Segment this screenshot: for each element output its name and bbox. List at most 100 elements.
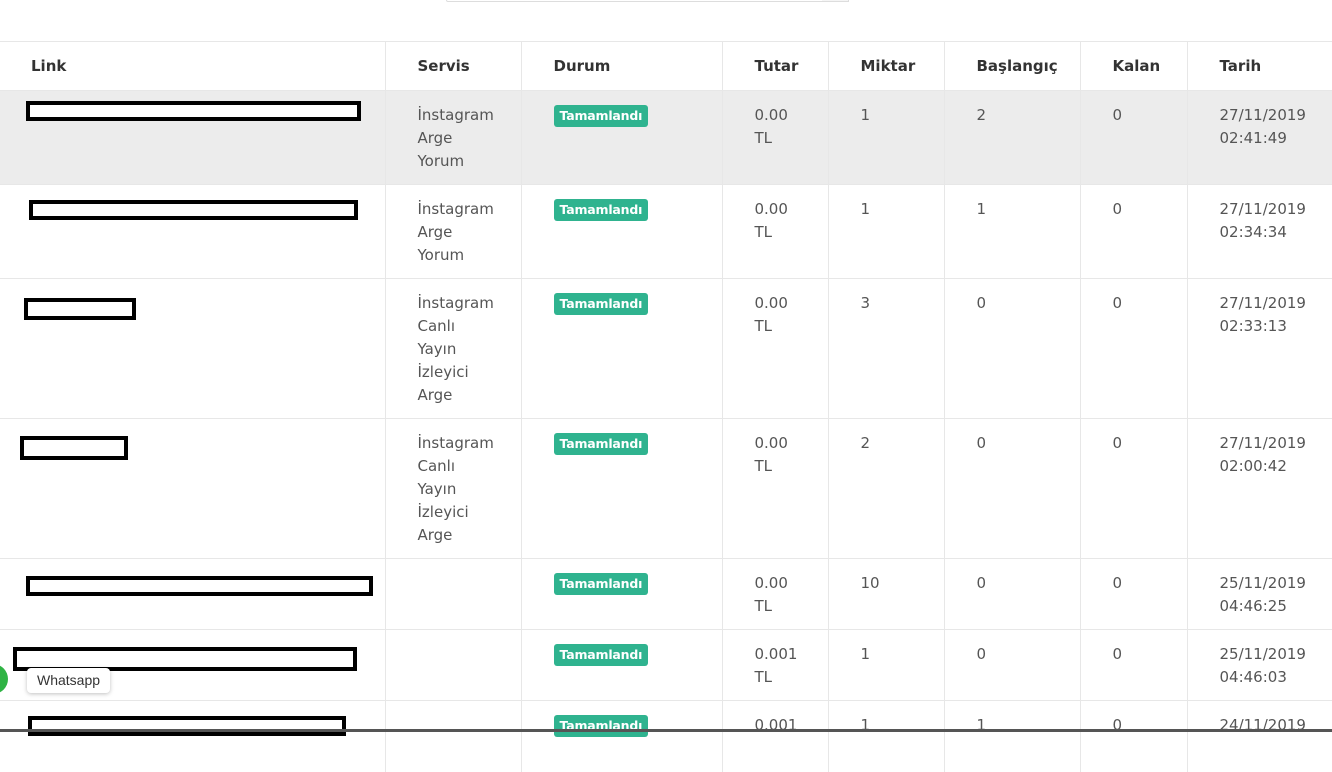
- table-row: Tamamlandı 0.00 TL 10 0 0 25/11/2019 04:…: [0, 559, 1332, 630]
- miktar-cell: 1: [828, 630, 944, 701]
- durum-cell: Tamamlandı: [521, 185, 722, 279]
- header-kalan[interactable]: Kalan: [1080, 42, 1187, 91]
- durum-cell: Tamamlandı: [521, 559, 722, 630]
- tutar-cell: 0.00 TL: [722, 279, 828, 419]
- durum-cell: Tamamlandı: [521, 630, 722, 701]
- tutar-cell: 0.00 TL: [722, 419, 828, 559]
- tarih-date: 27/11/2019: [1220, 292, 1332, 315]
- tarih-time: 02:33:13: [1220, 315, 1332, 338]
- servis-line: Yayın: [418, 478, 521, 501]
- tutar-currency: TL: [755, 666, 828, 689]
- baslangic-cell: 0: [944, 559, 1080, 630]
- tutar-currency: TL: [755, 221, 828, 244]
- servis-line: Yayın: [418, 338, 521, 361]
- status-badge: Tamamlandı: [554, 199, 649, 221]
- tutar-currency: TL: [755, 595, 828, 618]
- tutar-cell: 0.00 TL: [722, 185, 828, 279]
- tutar-currency: TL: [755, 455, 828, 478]
- tarih-cell: 27/11/2019 02:34:34: [1187, 185, 1332, 279]
- kalan-cell: 0: [1080, 559, 1187, 630]
- kalan-cell: 0: [1080, 630, 1187, 701]
- durum-cell: Tamamlandı: [521, 419, 722, 559]
- miktar-cell: 2: [828, 419, 944, 559]
- tarih-date: 25/11/2019: [1220, 643, 1332, 666]
- baslangic-cell: 0: [944, 279, 1080, 419]
- durum-cell: Tamamlandı: [521, 279, 722, 419]
- redacted-link: [20, 436, 128, 460]
- status-badge: Tamamlandı: [554, 644, 649, 666]
- kalan-cell: 0: [1080, 419, 1187, 559]
- status-badge: Tamamlandı: [554, 715, 649, 737]
- servis-line: İnstagram: [418, 198, 521, 221]
- servis-cell: İnstagram Arge Yorum: [385, 91, 521, 185]
- redacted-link: [28, 716, 346, 736]
- servis-line: İzleyici: [418, 361, 521, 384]
- link-cell: [0, 701, 385, 772]
- miktar-cell: 1: [828, 185, 944, 279]
- header-link[interactable]: Link: [0, 42, 385, 91]
- kalan-cell: 0: [1080, 91, 1187, 185]
- tarih-date: 27/11/2019: [1220, 198, 1332, 221]
- link-cell: [0, 559, 385, 630]
- tutar-amount: 0.001: [755, 643, 828, 666]
- redacted-link: [24, 298, 136, 320]
- header-servis[interactable]: Servis: [385, 42, 521, 91]
- tutar-amount: 0.00: [755, 292, 828, 315]
- link-cell: [0, 419, 385, 559]
- miktar-cell: 10: [828, 559, 944, 630]
- servis-cell: İnstagram Canlı Yayın İzleyici Arge: [385, 419, 521, 559]
- tarih-date: 27/11/2019: [1220, 104, 1332, 127]
- baslangic-cell: 1: [944, 185, 1080, 279]
- servis-line: Arge: [418, 384, 521, 407]
- tarih-time: 02:00:42: [1220, 455, 1332, 478]
- durum-cell: Tamamlandı: [521, 701, 722, 772]
- servis-cell: İnstagram Canlı Yayın İzleyici Arge: [385, 279, 521, 419]
- link-cell: [0, 185, 385, 279]
- tarih-date: 25/11/2019: [1220, 572, 1332, 595]
- redacted-link: [26, 101, 361, 121]
- tutar-cell: 0.001 TL: [722, 630, 828, 701]
- link-cell: [0, 279, 385, 419]
- tutar-currency: TL: [755, 315, 828, 338]
- durum-cell: Tamamlandı: [521, 91, 722, 185]
- baslangic-cell: 2: [944, 91, 1080, 185]
- miktar-cell: 3: [828, 279, 944, 419]
- baslangic-cell: 0: [944, 630, 1080, 701]
- baslangic-cell: 0: [944, 419, 1080, 559]
- orders-table: Link Servis Durum Tutar Miktar Başlangıç…: [0, 41, 1332, 772]
- link-cell: [0, 91, 385, 185]
- servis-line: Yorum: [418, 244, 521, 267]
- tutar-cell: 0.00 TL: [722, 559, 828, 630]
- header-tutar[interactable]: Tutar: [722, 42, 828, 91]
- servis-line: Arge: [418, 524, 521, 547]
- servis-cell: İnstagram Arge Yorum: [385, 185, 521, 279]
- search-button[interactable]: [822, 0, 849, 2]
- header-miktar[interactable]: Miktar: [828, 42, 944, 91]
- search-input[interactable]: [446, 0, 824, 2]
- servis-line: Canlı: [418, 455, 521, 478]
- servis-cell: [385, 630, 521, 701]
- servis-cell: [385, 701, 521, 772]
- tutar-amount: 0.00: [755, 198, 828, 221]
- servis-line: Canlı: [418, 315, 521, 338]
- servis-line: Arge: [418, 221, 521, 244]
- tarih-cell: 25/11/2019 04:46:03: [1187, 630, 1332, 701]
- table-row: İnstagram Canlı Yayın İzleyici Arge Tama…: [0, 419, 1332, 559]
- servis-line: Arge: [418, 127, 521, 150]
- baslangic-cell: 1: [944, 701, 1080, 772]
- top-toolbar: [0, 0, 1332, 42]
- miktar-cell: 1: [828, 701, 944, 772]
- table-row: İnstagram Arge Yorum Tamamlandı 0.00 TL …: [0, 185, 1332, 279]
- header-durum[interactable]: Durum: [521, 42, 722, 91]
- miktar-cell: 1: [828, 91, 944, 185]
- tarih-cell: 27/11/2019 02:00:42: [1187, 419, 1332, 559]
- tarih-cell: 27/11/2019 02:41:49: [1187, 91, 1332, 185]
- header-tarih[interactable]: Tarih: [1187, 42, 1332, 91]
- table-header-row: Link Servis Durum Tutar Miktar Başlangıç…: [0, 42, 1332, 91]
- status-badge: Tamamlandı: [554, 433, 649, 455]
- header-baslangic[interactable]: Başlangıç: [944, 42, 1080, 91]
- tutar-amount: 0.00: [755, 572, 828, 595]
- status-badge: Tamamlandı: [554, 293, 649, 315]
- servis-line: İzleyici: [418, 501, 521, 524]
- servis-line: İnstagram: [418, 104, 521, 127]
